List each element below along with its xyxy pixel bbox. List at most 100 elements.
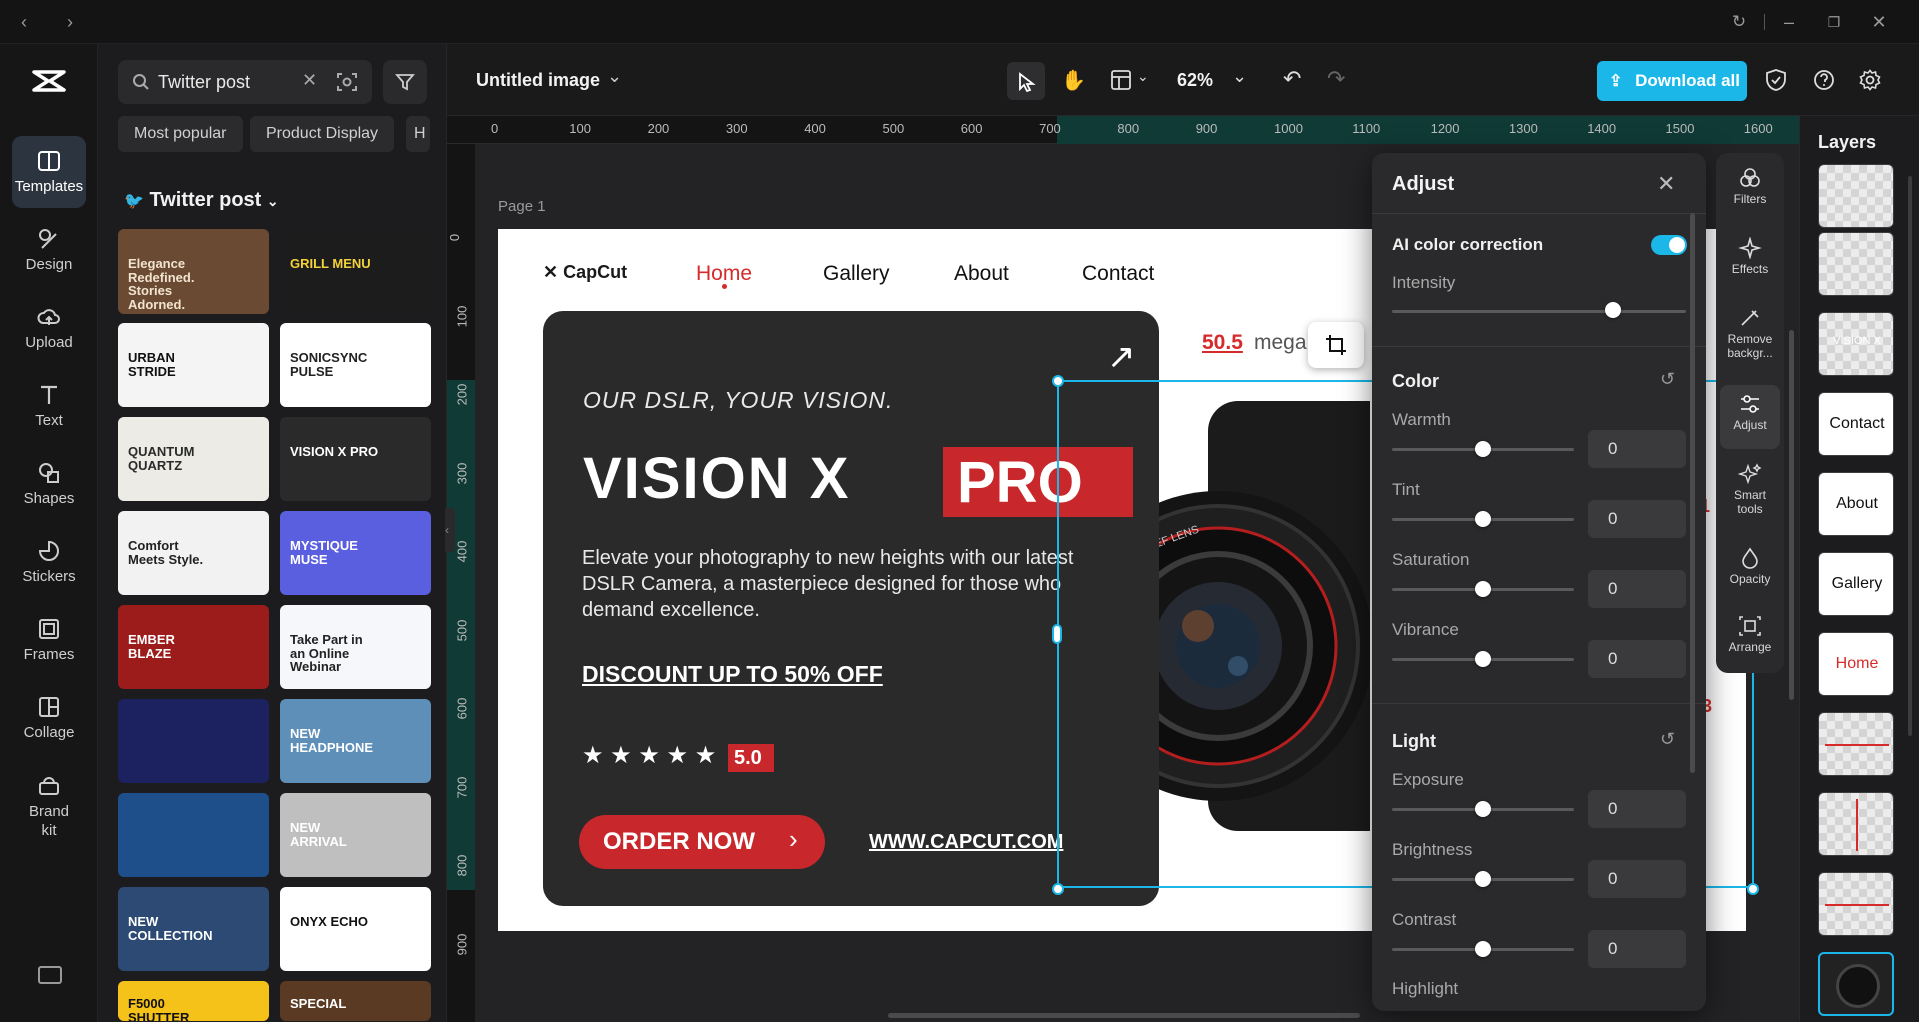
template-thumbnail[interactable] [118, 699, 269, 783]
panel-heading[interactable]: 🐦 Twitter post ⌄ [124, 189, 279, 212]
template-thumbnail[interactable]: NEW ARRIVAL [280, 793, 431, 877]
horizontal-scrollbar[interactable] [888, 1013, 1360, 1018]
zoom-chevron-icon[interactable]: ⌄ [1232, 66, 1247, 87]
tool-filters[interactable]: Filters [1720, 167, 1780, 206]
template-thumbnail[interactable]: EMBER BLAZE [118, 605, 269, 689]
template-thumbnail[interactable]: URBAN STRIDE [118, 323, 269, 407]
download-all-button[interactable]: ⇪ Download all [1597, 61, 1747, 101]
template-thumbnail[interactable]: SONICSYNC PULSE [280, 323, 431, 407]
adjust-value-field[interactable]: 0 [1588, 570, 1686, 608]
template-thumbnail[interactable]: Elegance Redefined. Stories Adorned. [118, 229, 269, 314]
filter-button[interactable] [383, 60, 427, 104]
layer-item[interactable]: Gallery [1818, 552, 1894, 616]
template-thumbnail[interactable]: F5000 SHUTTER ELITE PRO X [118, 981, 269, 1021]
adjust-slider-knob[interactable] [1475, 441, 1491, 457]
layout-icon[interactable] [1110, 69, 1132, 91]
rail-stickers[interactable]: Stickers [12, 526, 86, 598]
adjust-slider-knob[interactable] [1475, 801, 1491, 817]
design-nav-gallery[interactable]: Gallery [823, 262, 890, 286]
template-thumbnail[interactable] [118, 793, 269, 877]
template-thumbnail[interactable]: VISION X PRO [280, 417, 431, 501]
tool-adjust[interactable]: Adjust [1720, 385, 1780, 449]
intensity-slider[interactable] [1392, 310, 1686, 313]
title-chevron-icon[interactable]: ⌄ [607, 66, 622, 87]
resize-handle[interactable] [1052, 624, 1062, 644]
capcut-logo[interactable] [30, 66, 68, 96]
adjust-value-field[interactable]: 0 [1588, 860, 1686, 898]
collapse-panel-button[interactable]: ‹ [445, 508, 455, 552]
tool-remove-background[interactable]: Remove backgr... [1720, 307, 1780, 360]
adjust-value-field[interactable]: 0 [1588, 930, 1686, 968]
layout-chevron-icon[interactable]: ⌄ [1137, 68, 1149, 85]
shield-check-icon[interactable] [1765, 68, 1787, 92]
design-discount[interactable]: DISCOUNT UP TO 50% OFF [582, 661, 883, 688]
layer-item[interactable] [1818, 952, 1894, 1016]
design-mega-value[interactable]: 50.5 [1202, 331, 1243, 355]
refresh-icon[interactable]: ↻ [1727, 10, 1751, 34]
adjust-slider-knob[interactable] [1475, 511, 1491, 527]
undo-icon[interactable]: ↶ [1283, 66, 1301, 92]
adjust-slider-knob[interactable] [1475, 871, 1491, 887]
close-adjust-icon[interactable]: ✕ [1657, 171, 1675, 197]
design-nav-contact[interactable]: Contact [1082, 262, 1154, 286]
ai-color-toggle[interactable] [1651, 235, 1687, 255]
template-thumbnail[interactable]: GRILL MENU [280, 229, 431, 314]
rail-design[interactable]: Design [12, 214, 86, 286]
layer-item[interactable]: Home [1818, 632, 1894, 696]
design-brand-logo[interactable]: ✕ CapCut [543, 262, 627, 283]
rail-brand-kit[interactable]: Brand kit [12, 760, 86, 850]
search-box[interactable]: Twitter post ✕ [118, 60, 372, 104]
chip-more[interactable]: H [406, 116, 430, 152]
settings-gear-icon[interactable] [1859, 69, 1881, 91]
template-thumbnail[interactable]: Comfort Meets Style. [118, 511, 269, 595]
tool-smart-tools[interactable]: Smart tools [1720, 463, 1780, 516]
reset-light-icon[interactable]: ↺ [1660, 729, 1675, 750]
design-nav-home[interactable]: Home [696, 262, 752, 286]
adjust-slider-knob[interactable] [1475, 651, 1491, 667]
design-stars[interactable]: ★ ★ ★ ★ ★ [582, 741, 716, 770]
rail-upload[interactable]: Upload [12, 292, 86, 364]
adjust-value-field[interactable]: 0 [1588, 640, 1686, 678]
rail-shapes[interactable]: Shapes [12, 448, 86, 520]
redo-icon[interactable]: ↷ [1327, 66, 1345, 92]
adjust-slider-knob[interactable] [1475, 581, 1491, 597]
chip-most-popular[interactable]: Most popular [118, 116, 243, 152]
design-url[interactable]: WWW.CAPCUT.COM [869, 831, 1063, 854]
layer-item[interactable] [1818, 232, 1894, 296]
vertical-scrollbar[interactable] [1789, 330, 1794, 700]
adjust-value-field[interactable]: 0 [1588, 790, 1686, 828]
template-thumbnail[interactable]: SPECIAL [280, 981, 431, 1021]
reset-color-icon[interactable]: ↺ [1660, 369, 1675, 390]
design-order-button[interactable]: ORDER NOW › [579, 815, 825, 869]
clear-icon[interactable]: ✕ [302, 70, 317, 91]
resize-handle[interactable] [1052, 375, 1064, 387]
template-thumbnail[interactable]: ONYX ECHO [280, 887, 431, 971]
layer-item[interactable] [1818, 164, 1894, 228]
adjust-value-field[interactable]: 0 [1588, 500, 1686, 538]
select-tool-button[interactable] [1007, 62, 1045, 100]
adjust-slider-knob[interactable] [1475, 941, 1491, 957]
template-thumbnail[interactable]: NEW COLLECTION [118, 887, 269, 971]
help-icon[interactable] [1813, 69, 1835, 91]
tool-arrange[interactable]: Arrange [1720, 615, 1780, 654]
layer-item[interactable]: VISION X [1818, 312, 1894, 376]
back-icon[interactable]: ‹ [12, 10, 36, 34]
rail-collage[interactable]: Collage [12, 682, 86, 754]
close-icon[interactable]: ✕ [1867, 10, 1891, 34]
layer-item[interactable]: Contact [1818, 392, 1894, 456]
intensity-knob[interactable] [1605, 302, 1621, 318]
keyboard-icon[interactable] [38, 966, 62, 984]
layer-item[interactable] [1818, 712, 1894, 776]
template-thumbnail[interactable]: QUANTUM QUARTZ [118, 417, 269, 501]
rail-templates[interactable]: Templates [12, 136, 86, 208]
design-mega-unit[interactable]: mega [1254, 331, 1307, 355]
minimize-icon[interactable]: – [1777, 10, 1801, 34]
adjust-scrollbar[interactable] [1690, 213, 1695, 773]
adjust-value-field[interactable]: 0 [1588, 430, 1686, 468]
resize-handle[interactable] [1052, 883, 1064, 895]
search-input[interactable]: Twitter post [158, 72, 250, 93]
template-thumbnail[interactable]: Take Part in an Online Webinar [280, 605, 431, 689]
template-thumbnail[interactable]: MYSTIQUE MUSE [280, 511, 431, 595]
layer-item[interactable] [1818, 792, 1894, 856]
layers-scrollbar[interactable] [1908, 176, 1912, 736]
